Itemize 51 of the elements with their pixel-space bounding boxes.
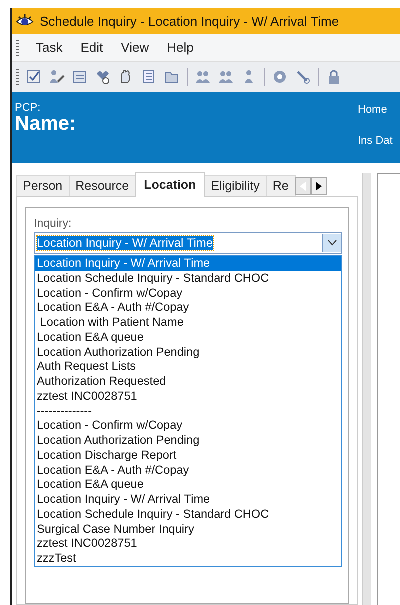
dropdown-option[interactable]: Location Schedule Inquiry - Standard CHOC: [35, 506, 341, 522]
dropdown-option[interactable]: --------------: [35, 404, 341, 418]
menu-item[interactable]: Edit: [72, 40, 112, 55]
dropdown-option[interactable]: Location E&A queue: [35, 330, 341, 344]
tab[interactable]: Location: [135, 172, 206, 197]
dropdown-option[interactable]: Location Authorization Pending: [35, 344, 341, 360]
dropdown-option[interactable]: Authorization Requested: [35, 374, 341, 389]
circle-icon[interactable]: [272, 69, 288, 85]
inquiry-dropdown[interactable]: Location Inquiry - W/ Arrival Time: [34, 232, 342, 254]
document-icon[interactable]: [141, 69, 157, 85]
ins-date-label: Ins Dat: [358, 135, 394, 147]
tab[interactable]: Eligibility: [204, 175, 267, 197]
tab[interactable]: Resource: [68, 175, 136, 197]
dropdown-option[interactable]: Location Inquiry - W/ Arrival Time: [35, 492, 341, 507]
dropdown-option[interactable]: zztest INC0028751: [35, 388, 341, 404]
window-title: Schedule Inquiry - Location Inquiry - W/ Arrival Time: [40, 14, 340, 28]
checkbox-icon[interactable]: [26, 69, 42, 85]
people-icon[interactable]: [218, 69, 234, 85]
dropdown-option[interactable]: Auth Request Lists: [35, 359, 341, 374]
people-icon[interactable]: [195, 69, 211, 85]
tab[interactable]: Person: [16, 175, 70, 197]
grip-handle[interactable]: [16, 40, 19, 56]
dropdown-option[interactable]: Location - Confirm w/Copay: [35, 286, 341, 300]
dropdown-option[interactable]: zzzTest: [35, 551, 341, 566]
right-scroll-button[interactable]: [310, 177, 327, 195]
dropdown-option[interactable]: Surgical Case Number Inquiry: [35, 522, 341, 536]
menu-item[interactable]: Help: [158, 40, 203, 55]
tab[interactable]: Re: [266, 175, 296, 197]
menu-item[interactable]: View: [112, 40, 158, 55]
dropdown-option[interactable]: Location - Confirm w/Copay: [35, 418, 341, 433]
dropdown-option[interactable]: zztest INC0028751: [35, 536, 341, 551]
dropdown-option[interactable]: Location E&A - Auth #/Copay: [35, 462, 341, 478]
chevron-down-icon: [328, 240, 336, 246]
dropdown-option[interactable]: Location Schedule Inquiry - Standard CHOC: [35, 270, 341, 286]
dropdown-option[interactable]: Location with Patient Name: [35, 315, 341, 330]
name-label: Name:: [15, 114, 76, 134]
heart-clock-icon[interactable]: [95, 69, 111, 85]
dropdown-option[interactable]: Location Inquiry - W/ Arrival Time: [35, 256, 341, 271]
dropdown-option[interactable]: Location Discharge Report: [35, 448, 341, 462]
menu-item[interactable]: Task: [27, 40, 72, 55]
dropdown-option[interactable]: Location E&A - Auth #/Copay: [35, 300, 341, 315]
home-label: Home: [358, 104, 388, 116]
inquiry-label: Inquiry:: [34, 218, 73, 230]
dropdown-option[interactable]: Location Authorization Pending: [35, 433, 341, 448]
lock-icon[interactable]: [326, 69, 342, 85]
dropdown-option[interactable]: Location E&A queue: [35, 477, 341, 492]
person-edit-icon[interactable]: [49, 69, 65, 85]
form-icon[interactable]: [72, 69, 88, 85]
grip-handle[interactable]: [16, 69, 19, 85]
pcp-label: PCP:: [15, 102, 42, 114]
triangle-right-icon: [316, 182, 322, 190]
